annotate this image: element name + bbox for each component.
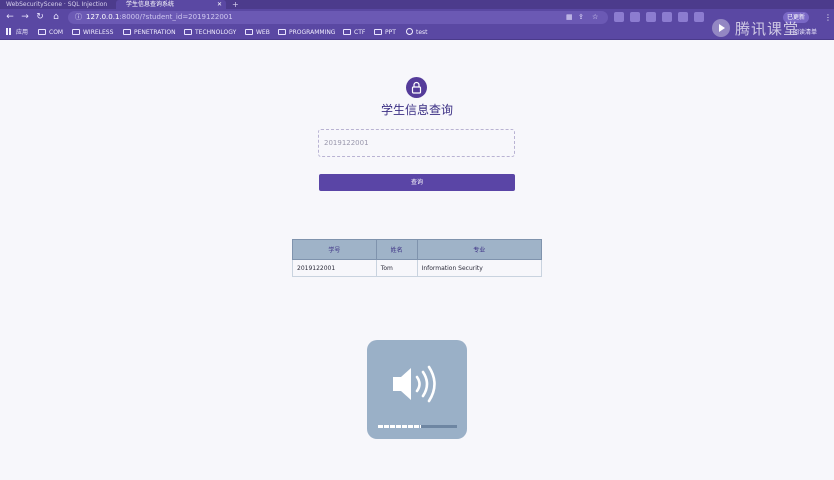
forward-icon[interactable]: → — [19, 9, 31, 26]
bookmark-folder-technology[interactable]: TECHNOLOGY — [184, 26, 236, 40]
student-id-input[interactable] — [318, 129, 515, 157]
extension-icon[interactable] — [614, 12, 624, 22]
bookmark-star-icon[interactable]: ☆ — [592, 11, 598, 24]
column-header-name: 姓名 — [375, 239, 418, 260]
bookmark-folder-com[interactable]: COM — [38, 26, 63, 40]
folder-icon — [72, 29, 80, 35]
bookmark-folder-wireless[interactable]: WIRELESS — [72, 26, 113, 40]
browser-tab-1[interactable]: WebSecurityScene · SQL Injection — [6, 0, 112, 9]
folder-icon — [184, 29, 192, 35]
folder-icon — [245, 29, 253, 35]
volume-overlay — [367, 340, 467, 439]
folder-icon — [343, 29, 351, 35]
bookmarks-bar: 应用 COM WIRELESS PENETRATION TECHNOLOGY W… — [0, 26, 834, 40]
page-title: 学生信息查询 — [380, 103, 453, 117]
watermark: 腾讯课堂 — [712, 17, 830, 39]
extension-icon[interactable] — [694, 12, 704, 22]
query-button[interactable]: 查询 — [319, 174, 515, 191]
close-tab-icon[interactable]: ✕ — [217, 0, 222, 9]
folder-icon — [374, 29, 382, 35]
new-tab-icon[interactable]: + — [232, 0, 239, 9]
cell-name: Tom — [375, 259, 418, 277]
qr-code-icon[interactable]: ▦ — [566, 11, 573, 24]
column-header-student-id: 学号 — [292, 239, 377, 260]
extension-icon[interactable] — [662, 12, 672, 22]
cell-major: Information Security — [416, 259, 543, 277]
extension-icon[interactable] — [678, 12, 688, 22]
folder-icon — [278, 29, 286, 35]
tab-strip: WebSecurityScene · SQL Injection 学生信息查询系… — [0, 0, 834, 9]
globe-icon — [406, 28, 413, 35]
extension-icon[interactable] — [630, 12, 640, 22]
address-bar[interactable]: ⓘ 127.0.0.1:8000/?student_id=2019122001 … — [68, 11, 608, 24]
reload-icon[interactable]: ↻ — [34, 9, 46, 26]
tab-title: WebSecurityScene · SQL Injection — [6, 1, 108, 8]
site-info-icon[interactable]: ⓘ — [75, 11, 82, 24]
folder-icon — [38, 29, 46, 35]
bookmark-folder-ctf[interactable]: CTF — [343, 26, 365, 40]
bookmark-folder-web[interactable]: WEB — [245, 26, 270, 40]
watermark-text: 腾讯课堂 — [735, 20, 800, 38]
bookmark-apps[interactable]: 应用 — [6, 26, 28, 40]
results-table: 学号 姓名 专业 2019122001 Tom Information Secu… — [292, 239, 543, 277]
url-text[interactable]: 127.0.0.1:8000/?student_id=2019122001 — [86, 11, 233, 24]
speaker-icon — [393, 365, 436, 403]
browser-tab-2[interactable]: 学生信息查询系统 ✕ — [116, 0, 226, 9]
table-row: 2019122001 Tom Information Security — [292, 259, 543, 277]
bookmark-folder-programming[interactable]: PROGRAMMING — [278, 26, 335, 40]
column-header-major: 专业 — [416, 239, 543, 260]
table-header-row: 学号 姓名 专业 — [292, 239, 543, 260]
apps-grid-icon — [6, 28, 13, 35]
bookmark-folder-penetration[interactable]: PENETRATION — [123, 26, 176, 40]
play-icon — [712, 19, 730, 37]
extension-icon[interactable] — [646, 12, 656, 22]
browser-toolbar: ← → ↻ ⌂ ⓘ 127.0.0.1:8000/?student_id=201… — [0, 9, 834, 26]
cell-student-id: 2019122001 — [292, 259, 377, 277]
lock-icon — [406, 77, 427, 98]
volume-level-fill — [378, 425, 422, 428]
folder-icon — [123, 29, 131, 35]
share-icon[interactable]: ⇪ — [578, 11, 584, 24]
home-icon[interactable]: ⌂ — [50, 9, 62, 26]
volume-level-bar — [378, 425, 457, 428]
tab-title: 学生信息查询系统 — [126, 1, 175, 8]
back-icon[interactable]: ← — [4, 9, 16, 26]
bookmark-test[interactable]: test — [406, 26, 428, 40]
bookmark-folder-ppt[interactable]: PPT — [374, 26, 396, 40]
